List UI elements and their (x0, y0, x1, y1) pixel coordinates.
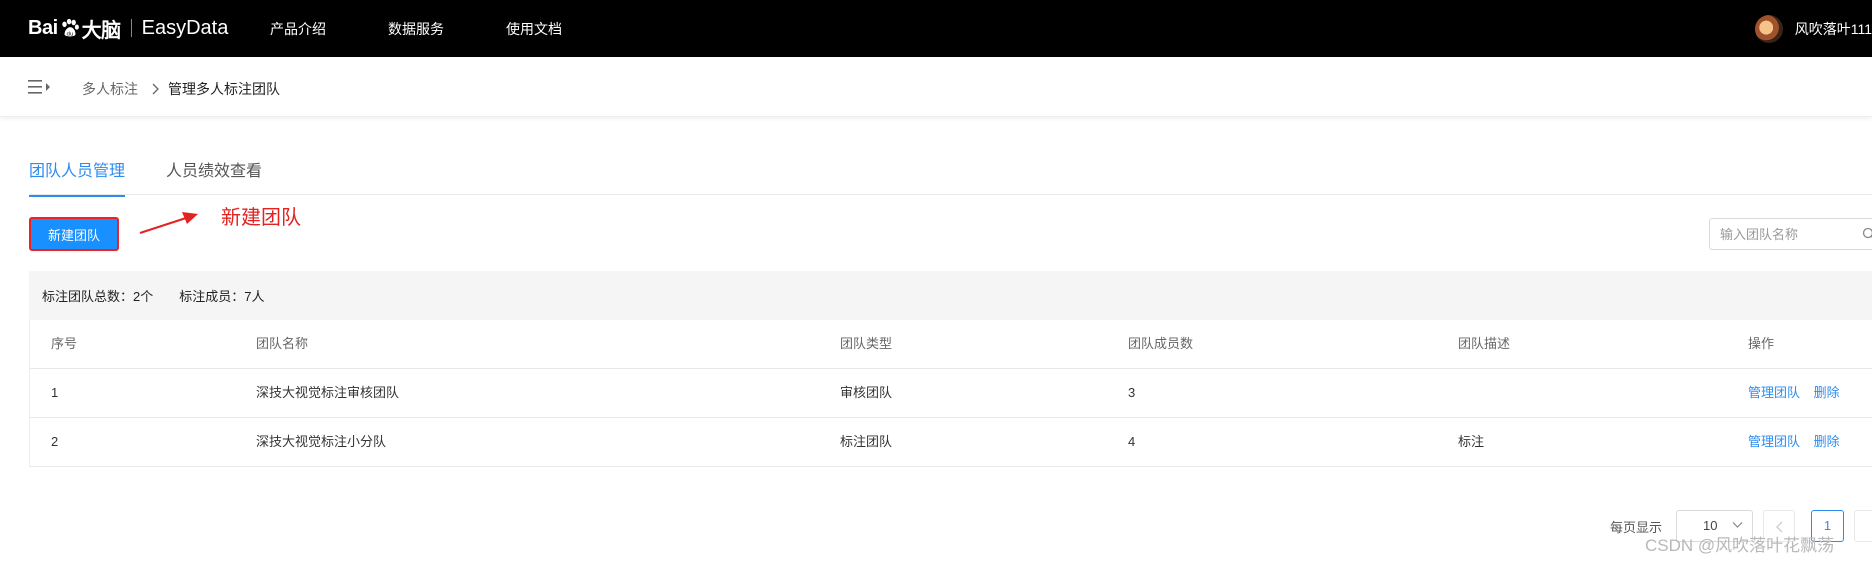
breadcrumb-item-multi-annotation[interactable]: 多人标注 (82, 79, 138, 99)
annotation-label: 新建团队 (221, 207, 301, 229)
product-name: EasyData (141, 16, 229, 39)
col-header-members: 团队成员数 (1128, 336, 1194, 351)
chevron-right-icon (152, 83, 159, 95)
next-page-button[interactable] (1854, 510, 1872, 542)
col-header-name: 团队名称 (256, 336, 309, 351)
team-summary: 标注团队总数：2个 标注成员：7人 (29, 271, 1872, 320)
chevron-down-icon (1732, 522, 1743, 528)
manage-team-link[interactable]: 管理团队 (1748, 385, 1800, 400)
svg-text:du: du (66, 31, 73, 37)
avatar[interactable] (1754, 14, 1783, 43)
baidu-paw-icon: du (61, 18, 79, 37)
delete-team-link[interactable]: 删除 (1814, 385, 1840, 400)
row-index: 2 (51, 434, 59, 449)
nav-item-data-service[interactable]: 数据服务 (388, 19, 444, 39)
row-team-type: 标注团队 (840, 434, 893, 449)
row-index: 1 (51, 385, 59, 400)
team-search (1709, 218, 1872, 250)
tab-bar: 团队人员管理 人员绩效查看 (29, 140, 1872, 197)
user-name[interactable]: 风吹落叶111 (1795, 19, 1872, 39)
row-member-count: 3 (1128, 385, 1136, 400)
watermark: CSDN @风吹落叶花飘荡 (1645, 536, 1835, 555)
new-team-button[interactable]: 新建团队 (29, 217, 119, 251)
logo-brand-left: Bai (28, 16, 58, 39)
user-menu[interactable]: 风吹落叶111 (1754, 0, 1872, 57)
team-count-text: 标注团队总数：2个 (42, 289, 154, 304)
col-header-index: 序号 (51, 336, 78, 351)
menu-toggle-icon[interactable] (28, 79, 52, 95)
search-icon[interactable] (1862, 227, 1872, 241)
search-input[interactable] (1710, 219, 1860, 249)
manage-team-link[interactable]: 管理团队 (1748, 434, 1800, 449)
main-nav: 产品介绍 数据服务 使用文档 (270, 0, 624, 57)
table-header: 序号 团队名称 团队类型 团队成员数 团队描述 操作 (30, 320, 1872, 369)
nav-item-product-intro[interactable]: 产品介绍 (270, 19, 326, 39)
nav-item-docs[interactable]: 使用文档 (506, 19, 562, 39)
delete-team-link[interactable]: 删除 (1814, 434, 1840, 449)
member-count-text: 标注成员：7人 (179, 289, 265, 304)
table-row: 2 深技大视觉标注小分队 标注团队 4 标注 管理团队 删除 (30, 418, 1872, 467)
breadcrumb: 多人标注 管理多人标注团队 (82, 79, 280, 99)
team-table: 序号 团队名称 团队类型 团队成员数 团队描述 操作 1 深技大视觉标注审核团队… (29, 320, 1872, 467)
row-team-desc: 标注 (1458, 434, 1485, 449)
breadcrumb-item-current: 管理多人标注团队 (168, 81, 280, 97)
col-header-type: 团队类型 (840, 336, 893, 351)
table-row: 1 深技大视觉标注审核团队 审核团队 3 管理团队 删除 (30, 369, 1872, 418)
baidu-logo[interactable]: Bai du 大脑 EasyData (28, 13, 228, 43)
col-header-desc: 团队描述 (1458, 336, 1511, 351)
logo-brand-right: 大脑 (81, 19, 122, 42)
row-member-count: 4 (1128, 434, 1136, 449)
logo-divider (130, 19, 132, 37)
breadcrumb-bar: 多人标注 管理多人标注团队 (0, 57, 1872, 117)
row-actions: 管理团队 删除 (1748, 369, 1850, 417)
annotation-arrow-icon (139, 212, 198, 234)
row-team-name: 深技大视觉标注审核团队 (256, 385, 400, 400)
col-header-ops: 操作 (1748, 336, 1775, 351)
top-nav-bar: Bai du 大脑 EasyData 产品介绍 数据服务 使用文档 风吹落叶11… (0, 0, 1872, 57)
tab-team-members[interactable]: 团队人员管理 (29, 157, 126, 197)
row-team-type: 审核团队 (840, 385, 893, 400)
row-actions: 管理团队 删除 (1748, 418, 1850, 466)
tab-performance[interactable]: 人员绩效查看 (166, 157, 262, 195)
row-team-name: 深技大视觉标注小分队 (256, 434, 387, 449)
